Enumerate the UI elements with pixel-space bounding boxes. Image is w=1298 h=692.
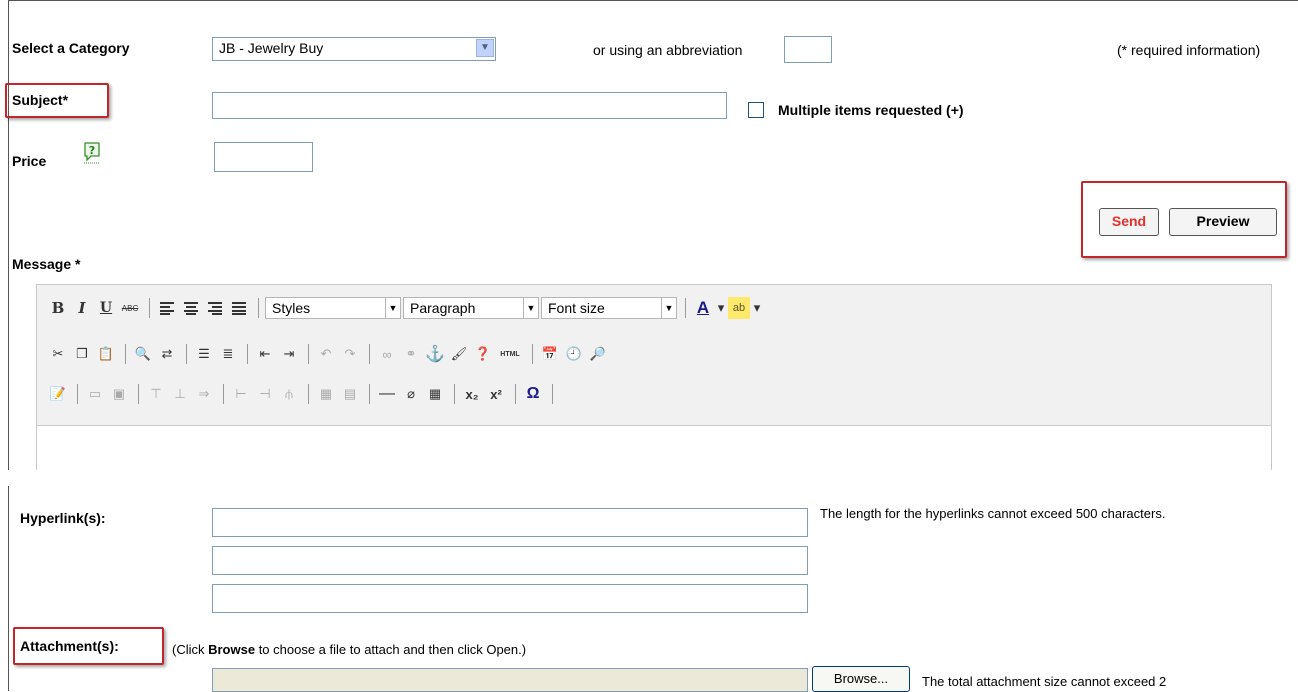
italic-button[interactable]: I: [71, 297, 93, 319]
hyperlink-input-2[interactable]: [212, 546, 808, 575]
row-props-icon[interactable]: ▭: [84, 383, 106, 405]
message-editor[interactable]: B I U ABC Styles ▼ Paragraph ▼ Font size ▼ …: [36, 284, 1272, 470]
price-label: Price: [12, 153, 47, 169]
required-note: (* required information): [1117, 42, 1261, 58]
col-before-icon[interactable]: ⊢: [230, 383, 252, 405]
horizontal-rule-icon[interactable]: —: [376, 383, 398, 405]
align-justify-icon[interactable]: [228, 297, 250, 319]
toolbar-row-2: ✂ ❐ 📋 🔍 ⇄ ☰ ≣ ⇤ ⇥ ↶ ↷ ∞ ⚭ ⚓ 🖌 ❓ HTML 📅 🕘: [47, 341, 611, 367]
copy-icon[interactable]: ❐: [71, 343, 93, 365]
toolbar-row-3: 📝 ▭ ▣ ⊤ ⊥ ⇒ ⊢ ⊣ ⫛ ▦ ▤ — ⌀ ▦ x₂ x² Ω: [47, 381, 559, 407]
category-label: Select a Category: [12, 40, 130, 56]
cell-props-icon[interactable]: ▣: [108, 383, 130, 405]
highlight-menu-icon[interactable]: ▾: [752, 297, 762, 319]
font-color-menu-icon[interactable]: ▾: [716, 297, 726, 319]
attachments-instruction: (Click Browse to choose a file to attach…: [172, 642, 526, 657]
align-right-icon[interactable]: [204, 297, 226, 319]
subscript-button[interactable]: x₂: [461, 383, 483, 405]
category-select-value: JB - Jewelry Buy: [219, 40, 324, 56]
category-select[interactable]: JB - Jewelry Buy ▼: [212, 37, 496, 61]
help-circle-icon[interactable]: ❓: [472, 343, 494, 365]
styles-dropdown-label: Styles: [272, 300, 311, 316]
insert-time-icon[interactable]: 🕘: [563, 343, 585, 365]
unlink-icon[interactable]: ⚭: [400, 343, 422, 365]
indent-icon[interactable]: ⇥: [278, 343, 300, 365]
bullet-list-icon[interactable]: ☰: [193, 343, 215, 365]
find-icon[interactable]: 🔍: [132, 343, 154, 365]
paragraph-dropdown[interactable]: Paragraph ▼: [403, 297, 539, 319]
multiple-items-label: Multiple items requested (+): [778, 102, 964, 118]
hyperlink-input-3[interactable]: [212, 584, 808, 613]
superscript-button[interactable]: x²: [485, 383, 507, 405]
outdent-icon[interactable]: ⇤: [254, 343, 276, 365]
abbreviation-input[interactable]: [784, 36, 832, 63]
undo-icon[interactable]: ↶: [315, 343, 337, 365]
edit-icon[interactable]: 📝: [47, 383, 69, 405]
multiple-items-checkbox[interactable]: [748, 102, 764, 118]
table-icon[interactable]: ▦: [424, 383, 446, 405]
delete-row-icon[interactable]: ⇒: [193, 383, 215, 405]
col-after-icon[interactable]: ⊣: [254, 383, 276, 405]
chevron-down-icon: ▼: [523, 298, 538, 318]
underline-button[interactable]: U: [95, 297, 117, 319]
font-color-button[interactable]: A: [692, 297, 714, 319]
font-size-dropdown-label: Font size: [548, 300, 605, 316]
numbered-list-icon[interactable]: ≣: [217, 343, 239, 365]
cleanup-icon[interactable]: 🖌: [448, 343, 470, 365]
html-source-button[interactable]: HTML: [496, 343, 524, 365]
subject-input[interactable]: [212, 92, 727, 119]
hyperlinks-note: The length for the hyperlinks cannot exc…: [820, 506, 1166, 521]
align-left-icon[interactable]: [156, 297, 178, 319]
split-cells-icon[interactable]: ▦: [315, 383, 337, 405]
highlight-color-button[interactable]: ab: [728, 297, 750, 319]
delete-col-icon[interactable]: ⫛: [278, 383, 300, 405]
attach-pre-text: (Click: [172, 642, 209, 657]
insert-date-icon[interactable]: 📅: [539, 343, 561, 365]
hyperlinks-label: Hyperlink(s):: [20, 510, 106, 526]
row-before-icon[interactable]: ⊤: [145, 383, 167, 405]
help-icon[interactable]: ?: [82, 141, 102, 164]
anchor-icon[interactable]: ⚓: [424, 343, 446, 365]
align-center-icon[interactable]: [180, 297, 202, 319]
message-label: Message *: [12, 256, 81, 272]
styles-dropdown[interactable]: Styles ▼: [265, 297, 401, 319]
preview-button[interactable]: Preview: [1169, 208, 1277, 236]
chevron-down-icon: ▼: [661, 298, 676, 318]
attachment-file-path[interactable]: [212, 668, 808, 692]
eraser-icon[interactable]: ⌀: [400, 383, 422, 405]
paragraph-dropdown-label: Paragraph: [410, 300, 476, 316]
replace-icon[interactable]: ⇄: [156, 343, 178, 365]
merge-cells-icon[interactable]: ▤: [339, 383, 361, 405]
link-icon[interactable]: ∞: [376, 343, 398, 365]
special-char-button[interactable]: Ω: [522, 383, 544, 405]
price-input[interactable]: [214, 142, 313, 172]
hyperlink-input-1[interactable]: [212, 508, 808, 537]
attachment-size-note: The total attachment size cannot exceed …: [922, 674, 1167, 689]
attach-post-text: to choose a file to attach and then clic…: [255, 642, 527, 657]
toolbar-row-1: B I U ABC Styles ▼ Paragraph ▼ Font size ▼ …: [47, 295, 764, 321]
bold-button[interactable]: B: [47, 297, 69, 319]
chevron-down-icon[interactable]: ▼: [476, 39, 494, 57]
redo-icon[interactable]: ↷: [339, 343, 361, 365]
editor-toolbar: B I U ABC Styles ▼ Paragraph ▼ Font size ▼ …: [37, 285, 1271, 426]
browse-button[interactable]: Browse...: [812, 666, 910, 692]
preview-icon[interactable]: 🔎: [587, 343, 609, 365]
send-button[interactable]: Send: [1099, 208, 1159, 236]
subject-label: Subject*: [12, 92, 69, 108]
cut-icon[interactable]: ✂: [47, 343, 69, 365]
attach-browse-word: Browse: [208, 642, 256, 657]
paste-icon[interactable]: 📋: [95, 343, 117, 365]
strikethrough-button[interactable]: ABC: [119, 297, 141, 319]
abbreviation-label: or using an abbreviation: [593, 42, 743, 58]
chevron-down-icon: ▼: [385, 298, 400, 318]
attachments-label: Attachment(s):: [20, 638, 119, 654]
font-size-dropdown[interactable]: Font size ▼: [541, 297, 677, 319]
svg-text:?: ?: [89, 144, 95, 157]
row-after-icon[interactable]: ⊥: [169, 383, 191, 405]
